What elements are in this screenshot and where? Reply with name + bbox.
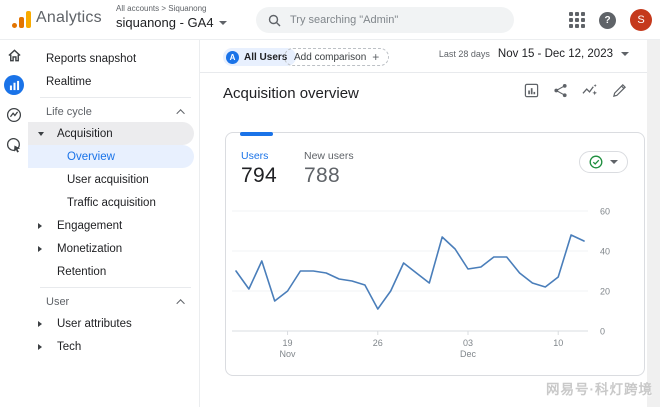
property-name: siquanong - GA4 xyxy=(116,15,214,30)
sidebar-item-label: Engagement xyxy=(57,220,122,232)
page-title: Acquisition overview xyxy=(223,85,359,102)
expand-arrow-icon[interactable] xyxy=(38,246,46,252)
help-icon[interactable]: ? xyxy=(599,12,616,29)
data-quality-button[interactable] xyxy=(579,151,628,173)
svg-text:Nov: Nov xyxy=(280,349,297,359)
sidebar-item-tech[interactable]: Tech xyxy=(28,335,199,358)
metric-users[interactable]: Users 794 xyxy=(241,150,277,188)
users-overview-card: Users 794 New users 788 0 20 40 60 19Nov 26 03… xyxy=(225,132,645,376)
google-apps-icon[interactable] xyxy=(569,12,585,28)
home-icon[interactable] xyxy=(0,40,28,70)
expand-arrow-icon[interactable] xyxy=(38,344,46,350)
sidebar-item-engagement[interactable]: Engagement xyxy=(28,214,199,237)
sidebar-item-reports-snapshot[interactable]: Reports snapshot xyxy=(28,47,199,70)
analytics-logo-icon xyxy=(12,10,31,28)
sidebar-divider xyxy=(40,287,191,288)
sidebar-item-monetization[interactable]: Monetization xyxy=(28,237,199,260)
app-header: Analytics All accounts > Siquanong siqua… xyxy=(0,0,660,40)
section-title: User xyxy=(46,296,69,308)
svg-text:26: 26 xyxy=(373,338,383,348)
sidebar-item-label: Realtime xyxy=(46,76,91,88)
advertising-icon[interactable] xyxy=(0,130,28,160)
svg-text:10: 10 xyxy=(553,338,563,348)
explore-icon[interactable] xyxy=(0,100,28,130)
search-icon xyxy=(268,14,281,27)
search-placeholder: Try searching "Admin" xyxy=(290,14,398,26)
share-icon[interactable] xyxy=(553,83,568,98)
edit-icon[interactable] xyxy=(612,83,627,98)
chevron-up-icon[interactable] xyxy=(176,109,184,117)
chevron-down-icon xyxy=(219,21,227,25)
sidebar-item-user-acquisition[interactable]: User acquisition xyxy=(28,168,199,191)
sidebar-item-label: Traffic acquisition xyxy=(67,197,156,209)
report-nav-sidebar: Reports snapshot Realtime Life cycle Acquis… xyxy=(28,40,200,407)
left-icon-rail xyxy=(0,40,28,407)
svg-text:19: 19 xyxy=(283,338,293,348)
sidebar-item-realtime[interactable]: Realtime xyxy=(28,70,199,93)
svg-text:0: 0 xyxy=(600,327,605,337)
svg-text:40: 40 xyxy=(600,247,610,257)
svg-text:Dec: Dec xyxy=(460,349,477,359)
plus-icon: + xyxy=(372,51,379,63)
sidebar-item-retention[interactable]: Retention xyxy=(28,260,199,283)
audience-badge: A xyxy=(226,51,239,64)
sidebar-item-label: Monetization xyxy=(57,243,122,255)
property-selector[interactable]: All accounts > Siquanong siquanong - GA4 xyxy=(116,4,227,30)
sidebar-item-user-attributes[interactable]: User attributes xyxy=(28,312,199,335)
sidebar-section-user[interactable]: User xyxy=(28,292,199,312)
sidebar-item-acquisition[interactable]: Acquisition xyxy=(28,122,194,145)
comparison-bar: A All Users Add comparison + Last 28 day… xyxy=(200,40,647,73)
right-gutter xyxy=(647,40,660,407)
sidebar-item-label: User attributes xyxy=(57,318,132,330)
sidebar-item-label: User acquisition xyxy=(67,174,149,186)
svg-text:03: 03 xyxy=(463,338,473,348)
insights-icon[interactable] xyxy=(582,83,598,98)
brand-title: Analytics xyxy=(36,9,102,27)
sidebar-item-label: Reports snapshot xyxy=(46,53,136,65)
date-range-selector[interactable]: Last 28 days Nov 15 - Dec 12, 2023 xyxy=(439,48,629,60)
add-comparison-button[interactable]: Add comparison + xyxy=(284,48,389,66)
expand-arrow-icon[interactable] xyxy=(38,223,46,229)
sidebar-item-overview[interactable]: Overview xyxy=(28,145,194,168)
ga4-app: Analytics All accounts > Siquanong siqua… xyxy=(0,0,660,407)
insights-card-icon[interactable] xyxy=(524,83,539,98)
metric-new-users[interactable]: New users 788 xyxy=(304,150,354,188)
section-title: Life cycle xyxy=(46,106,92,118)
breadcrumb: All accounts > Siquanong xyxy=(116,4,227,13)
sidebar-divider xyxy=(40,97,191,98)
avatar[interactable]: S xyxy=(630,9,652,31)
sidebar-item-label: Overview xyxy=(67,151,115,163)
users-line-chart: 0 20 40 60 19Nov 26 03Dec 10 xyxy=(232,197,640,369)
chevron-up-icon[interactable] xyxy=(176,299,184,307)
sidebar-section-life-cycle[interactable]: Life cycle xyxy=(28,102,199,122)
expand-arrow-icon[interactable] xyxy=(38,321,46,327)
sidebar-item-label: Retention xyxy=(57,266,106,278)
sidebar-item-label: Acquisition xyxy=(57,128,113,140)
chevron-down-icon xyxy=(621,52,629,56)
collapse-arrow-icon[interactable] xyxy=(38,132,46,136)
watermark: 网易号·科灯跨境 xyxy=(546,378,653,398)
carousel-tab-indicator[interactable] xyxy=(240,132,273,136)
sidebar-item-traffic-acquisition[interactable]: Traffic acquisition xyxy=(28,191,199,214)
chevron-down-icon xyxy=(610,160,618,164)
check-circle-icon xyxy=(589,155,603,169)
reports-icon[interactable] xyxy=(0,70,28,100)
svg-text:60: 60 xyxy=(600,207,610,217)
search-input[interactable]: Try searching "Admin" xyxy=(256,7,514,33)
main-content: A All Users Add comparison + Last 28 day… xyxy=(200,40,647,407)
sidebar-item-label: Tech xyxy=(57,341,81,353)
svg-text:20: 20 xyxy=(600,287,610,297)
